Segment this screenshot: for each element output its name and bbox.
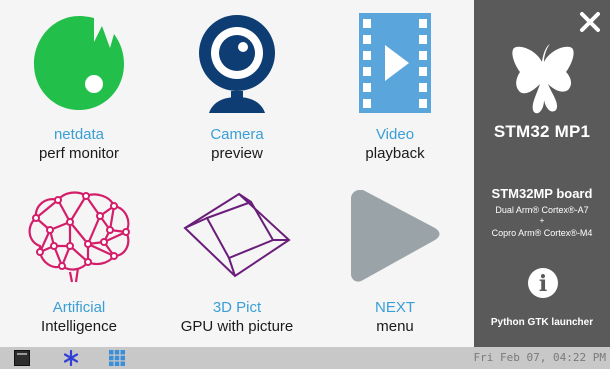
terminal-icon[interactable] (14, 350, 30, 366)
app-grid-icon[interactable] (109, 350, 125, 366)
clock: Fri Feb 07, 04:22 PM (473, 351, 606, 364)
brain-network-icon (0, 183, 158, 288)
film-play-icon (316, 10, 474, 115)
tile-subtitle: Intelligence (41, 318, 117, 335)
tile-title: Video (375, 126, 415, 143)
tile-subtitle: perf monitor (38, 145, 120, 162)
tile-title: Artificial (52, 299, 106, 316)
webcam-icon (158, 10, 316, 115)
tile-camera[interactable]: Camera preview (158, 0, 316, 173)
board-title: STM32MP board (491, 186, 593, 201)
tile-title: 3D Pict (212, 299, 262, 316)
close-icon[interactable] (578, 10, 602, 34)
launcher-window: netdata perf monitor Camera preview Vide… (0, 0, 610, 347)
butterfly-logo-icon (510, 44, 576, 116)
tile-title: Camera (210, 126, 264, 143)
brand-bold: STM32 (493, 122, 550, 141)
info-glyph: i (538, 271, 548, 297)
brand-tail: MP1 (549, 122, 591, 141)
board-plus: + (539, 216, 545, 225)
taskbar: Fri Feb 07, 04:22 PM (0, 347, 610, 369)
tile-3d-pict[interactable]: 3D Pict GPU with picture (158, 173, 316, 346)
tile-artificial-intelligence[interactable]: Artificial Intelligence (0, 173, 158, 346)
launcher-label: Python GTK launcher (490, 317, 594, 328)
tile-title: netdata (53, 126, 105, 143)
tile-subtitle: preview (211, 145, 263, 162)
tile-subtitle: playback (365, 145, 425, 162)
board-line-2: Copro Arm® Cortex®-M4 (491, 228, 593, 238)
board-line-1: Dual Arm® Cortex®-A7 (495, 205, 589, 215)
netdata-icon (0, 10, 158, 115)
tile-video[interactable]: Video playback (316, 0, 474, 173)
info-icon[interactable]: i (528, 268, 558, 298)
tile-subtitle: GPU with picture (180, 318, 294, 335)
brand-title: STM32 MP1 (474, 122, 610, 142)
asterisk-icon[interactable] (63, 349, 79, 367)
next-arrow-icon (316, 183, 474, 288)
tile-title: NEXT (374, 299, 415, 316)
tile-netdata[interactable]: netdata perf monitor (0, 0, 158, 173)
cube-wireframe-icon (158, 183, 316, 288)
sidebar: STM32 MP1 STM32MP board Dual Arm® Cortex… (474, 0, 610, 347)
tile-next-menu[interactable]: NEXT menu (316, 173, 474, 346)
tile-subtitle: menu (376, 318, 414, 335)
app-grid: netdata perf monitor Camera preview Vide… (0, 0, 474, 347)
